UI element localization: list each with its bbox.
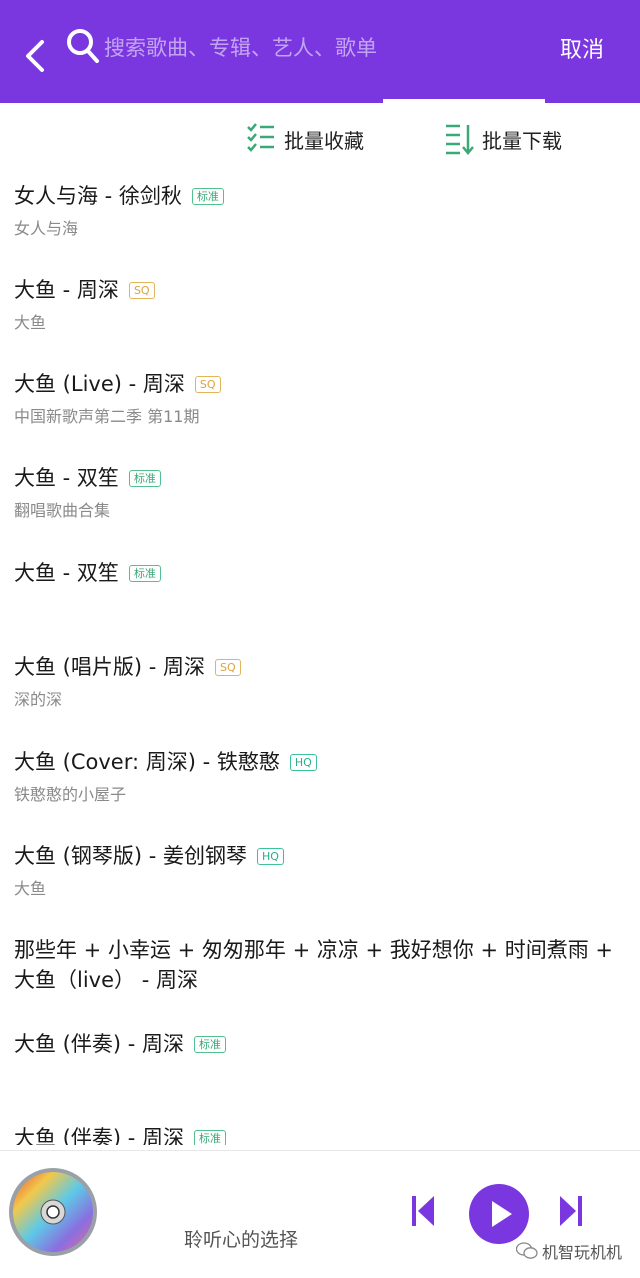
quality-badge: SQ xyxy=(194,376,221,393)
song-title-row: 大鱼 (伴奏) - 周深 标准 xyxy=(14,1123,629,1145)
quality-badge: 标准 xyxy=(194,1036,226,1053)
song-title-row: 大鱼 (Cover: 周深) - 铁憨憨 HQ xyxy=(14,747,629,777)
list-item[interactable]: 大鱼 (唱片版) - 周深 SQ 深的深 xyxy=(14,652,629,710)
quality-badge: SQ xyxy=(215,659,241,676)
song-title-row: 大鱼 - 双笙 标准 xyxy=(14,558,629,588)
cancel-button[interactable]: 取消 xyxy=(560,32,604,64)
song-title: 大鱼 (伴奏) - 周深 xyxy=(14,1126,184,1145)
back-arrow-icon[interactable] xyxy=(20,38,52,74)
song-list: 女人与海 - 徐剑秋 标准 女人与海 大鱼 - 周深 SQ 大鱼 大鱼 (Live)… xyxy=(0,173,640,1145)
checklist-icon xyxy=(247,123,274,152)
download-list-icon xyxy=(446,124,474,155)
batch-action-bar: 批量收藏 批量下载 xyxy=(0,103,640,173)
search-icon xyxy=(67,29,99,63)
batch-collect-button[interactable]: 批量收藏 xyxy=(246,119,364,159)
song-title-row: 大鱼 - 周深 SQ xyxy=(14,275,629,305)
play-icon xyxy=(492,1201,512,1227)
song-title: 大鱼 - 双笙 xyxy=(14,561,119,585)
song-album: 中国新歌声第二季 第11期 xyxy=(14,407,200,426)
song-title: 那些年 + 小幸运 + 匆匆那年 + 凉凉 + 我好想你 + 时间煮雨 + 大鱼… xyxy=(14,938,614,992)
cd-disc-icon[interactable] xyxy=(8,1167,98,1257)
song-title: 大鱼 (伴奏) - 周深 xyxy=(14,1032,184,1056)
quality-badge: 标准 xyxy=(128,470,161,487)
quality-badge: 标准 xyxy=(194,1130,226,1145)
song-title-row: 大鱼 (伴奏) - 周深 标准 xyxy=(14,1029,629,1059)
song-title-row: 大鱼 - 双笙 标准 xyxy=(14,463,629,493)
song-album: 大鱼 xyxy=(14,313,47,332)
song-title: 大鱼 (唱片版) - 周深 xyxy=(14,655,205,679)
song-title-row: 大鱼 (钢琴版) - 姜创钢琴 HQ xyxy=(14,841,629,871)
list-item[interactable]: 大鱼 (伴奏) - 周深 标准 xyxy=(14,1029,629,1059)
top-bar: 取消 xyxy=(0,0,640,103)
list-item[interactable]: 那些年 + 小幸运 + 匆匆那年 + 凉凉 + 我好想你 + 时间煮雨 + 大鱼… xyxy=(14,935,629,995)
list-item[interactable]: 大鱼 - 双笙 标准 xyxy=(14,558,629,596)
list-item[interactable]: 大鱼 (钢琴版) - 姜创钢琴 HQ 大鱼 xyxy=(14,841,629,899)
list-item[interactable]: 大鱼 (Cover: 周深) - 铁憨憨 HQ 铁憨憨的小屋子 xyxy=(14,747,629,805)
song-title-row: 大鱼 (唱片版) - 周深 SQ xyxy=(14,652,629,682)
batch-download-button[interactable]: 批量下载 xyxy=(444,119,562,159)
song-title-row: 女人与海 - 徐剑秋 标准 xyxy=(14,181,629,211)
song-album: 深的深 xyxy=(14,690,63,709)
mini-player: 聆听心的选择 机智玩机机 xyxy=(0,1150,640,1278)
now-playing-text: 聆听心的选择 xyxy=(184,1229,299,1251)
skip-previous-icon[interactable] xyxy=(410,1193,436,1229)
song-title: 大鱼 (钢琴版) - 姜创钢琴 xyxy=(14,844,247,868)
quality-badge: HQ xyxy=(257,848,284,865)
list-item[interactable]: 大鱼 (伴奏) - 周深 标准 xyxy=(14,1123,629,1145)
quality-badge: SQ xyxy=(128,282,155,299)
watermark-text: 机智玩机机 xyxy=(542,1243,623,1262)
wechat-icon xyxy=(516,1242,538,1259)
list-item[interactable]: 大鱼 (Live) - 周深 SQ 中国新歌声第二季 第11期 xyxy=(14,369,629,427)
quality-badge: HQ xyxy=(289,754,317,771)
song-album: 铁憨憨的小屋子 xyxy=(14,785,127,804)
song-album: 翻唱歌曲合集 xyxy=(14,501,111,520)
list-item[interactable]: 大鱼 - 双笙 标准 翻唱歌曲合集 xyxy=(14,463,629,521)
list-item[interactable]: 女人与海 - 徐剑秋 标准 女人与海 xyxy=(14,181,629,239)
list-item[interactable]: 大鱼 - 周深 SQ 大鱼 xyxy=(14,275,629,333)
song-album: 大鱼 xyxy=(14,879,47,898)
song-title: 女人与海 - 徐剑秋 xyxy=(14,184,182,208)
skip-next-icon[interactable] xyxy=(558,1193,584,1229)
quality-badge: 标准 xyxy=(191,188,224,205)
batch-collect-label: 批量收藏 xyxy=(284,128,364,153)
quality-badge: 标准 xyxy=(128,565,161,582)
watermark: 机智玩机机 xyxy=(516,1239,622,1263)
play-button[interactable] xyxy=(469,1184,529,1244)
song-title: 大鱼 (Live) - 周深 xyxy=(14,372,185,396)
song-title: 大鱼 - 周深 xyxy=(14,278,119,302)
batch-download-label: 批量下载 xyxy=(482,128,562,153)
song-title-row: 大鱼 (Live) - 周深 SQ xyxy=(14,369,629,399)
song-title: 大鱼 - 双笙 xyxy=(14,466,119,490)
song-album: 女人与海 xyxy=(14,219,79,238)
search-input[interactable] xyxy=(104,30,504,66)
song-title: 大鱼 (Cover: 周深) - 铁憨憨 xyxy=(14,750,280,774)
